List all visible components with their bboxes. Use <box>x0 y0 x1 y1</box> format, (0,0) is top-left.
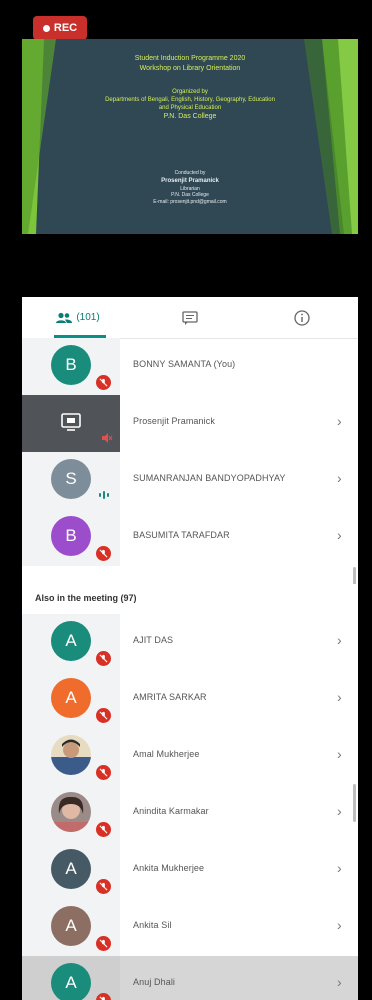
slide-presenter: Prosenjit Pramanick <box>161 178 219 184</box>
volume-off-icon <box>102 433 113 443</box>
mic-off-icon <box>96 879 111 894</box>
participant-row[interactable]: B BASUMITA TARAFDAR › <box>22 509 358 566</box>
avatar: A <box>51 849 91 889</box>
panel-tabs: (101) <box>22 297 358 339</box>
section-header: Also in the meeting (97) <box>22 584 358 614</box>
participant-name: BONNY SAMANTA (You) <box>133 359 236 369</box>
participant-tile: A <box>22 956 120 1000</box>
chevron-right-icon[interactable]: › <box>337 974 342 990</box>
scrollbar[interactable] <box>353 784 356 822</box>
participant-tile: S <box>22 452 120 509</box>
list-item[interactable]: A Ankita Mukherjee › <box>22 842 358 899</box>
mic-off-icon <box>96 765 111 780</box>
participant-name: Ankita Sil <box>133 920 172 930</box>
participant-tile: A <box>22 842 120 899</box>
list-item[interactable]: Amal Mukherjee › <box>22 728 358 785</box>
chevron-right-icon[interactable]: › <box>337 860 342 876</box>
list-item[interactable]: A AMRITA SARKAR › <box>22 671 358 728</box>
mic-off-icon <box>96 993 111 1000</box>
people-count: (101) <box>76 312 100 323</box>
slide-organized-by: Organized by <box>172 89 208 95</box>
mic-off-icon <box>96 546 111 561</box>
chevron-right-icon[interactable]: › <box>337 632 342 648</box>
tab-chat[interactable] <box>134 297 246 338</box>
avatar: B <box>51 516 91 556</box>
chevron-right-icon[interactable]: › <box>337 413 342 429</box>
participant-name: Anuj Dhali <box>133 977 176 987</box>
mic-off-icon <box>96 651 111 666</box>
section-label: Also in the meeting (97) <box>35 593 137 603</box>
avatar: B <box>51 345 91 385</box>
avatar: S <box>51 459 91 499</box>
participant-row[interactable]: S SUMANRANJAN BANDYOPADHYAY › <box>22 452 358 509</box>
mic-off-icon <box>96 936 111 951</box>
participant-name: SUMANRANJAN BANDYOPADHYAY <box>133 473 286 483</box>
slide-departments-line2: and Physical Education <box>158 105 222 111</box>
participant-tile: A <box>22 614 120 671</box>
presenting-icon <box>61 413 81 431</box>
slide-departments-line1: Departments of Bengali, English, History… <box>105 97 275 103</box>
slide-title-line2: Workshop on Library Orientation <box>139 65 241 72</box>
participant-tile <box>22 728 120 785</box>
presentation-slide: Student Induction Programme 2020 Worksho… <box>22 39 358 234</box>
list-item[interactable]: A Ankita Sil › <box>22 899 358 956</box>
info-icon <box>294 309 310 326</box>
chevron-right-icon[interactable]: › <box>337 746 342 762</box>
participant-tile <box>22 785 120 842</box>
mic-off-icon <box>96 708 111 723</box>
avatar: A <box>51 906 91 946</box>
slide-college: P.N. Das College <box>163 113 217 120</box>
people-icon <box>56 312 73 323</box>
chevron-right-icon[interactable]: › <box>337 917 342 933</box>
avatar-photo <box>51 735 91 775</box>
participant-tile: B <box>22 509 120 566</box>
participant-name: Prosenjit Pramanick <box>133 416 215 426</box>
slide-title-line1: Student Induction Programme 2020 <box>134 55 246 62</box>
slide-conducted-by: Conducted by <box>174 170 206 176</box>
participant-name: BASUMITA TARAFDAR <box>133 530 230 540</box>
slide-email: E-mail: prosenjit.pnd@gmail.com <box>153 199 227 205</box>
speaking-indicator-icon <box>99 491 109 499</box>
chevron-right-icon[interactable]: › <box>337 527 342 543</box>
tab-people[interactable]: (101) <box>22 297 134 338</box>
mic-off-icon <box>96 375 111 390</box>
avatar-photo <box>51 792 91 832</box>
recording-label: REC <box>53 22 78 34</box>
list-item[interactable]: A AJIT DAS › <box>22 614 358 671</box>
avatar: A <box>51 963 91 1000</box>
participant-tile: B <box>22 338 120 395</box>
avatar: A <box>51 678 91 718</box>
participant-name: Amal Mukherjee <box>133 749 200 759</box>
tab-info[interactable] <box>246 297 358 338</box>
people-panel: (101) B BONNY SAMANTA (You) Prosenjit Pr… <box>22 297 358 1000</box>
avatar: A <box>51 621 91 661</box>
list-item[interactable]: A Anuj Dhali › <box>22 956 358 1000</box>
chevron-right-icon[interactable]: › <box>337 689 342 705</box>
video-area: REC Student Induction Programme 2020 Wor… <box>0 0 372 295</box>
list-item[interactable]: Anindita Karmakar › <box>22 785 358 842</box>
chat-icon <box>182 310 198 325</box>
participant-tile: A <box>22 899 120 956</box>
participant-name: Ankita Mukherjee <box>133 863 205 873</box>
recording-badge: REC <box>33 16 87 40</box>
participant-name: AMRITA SARKAR <box>133 692 207 702</box>
participant-name: Anindita Karmakar <box>133 806 209 816</box>
participant-row[interactable]: Prosenjit Pramanick › <box>22 395 358 452</box>
participant-tile: A <box>22 671 120 728</box>
participant-tile <box>22 395 120 452</box>
recording-dot-icon <box>42 24 50 32</box>
participant-name: AJIT DAS <box>133 635 174 645</box>
chevron-right-icon[interactable]: › <box>337 803 342 819</box>
chevron-right-icon[interactable]: › <box>337 470 342 486</box>
mic-off-icon <box>96 822 111 837</box>
participant-row[interactable]: B BONNY SAMANTA (You) <box>22 338 358 395</box>
